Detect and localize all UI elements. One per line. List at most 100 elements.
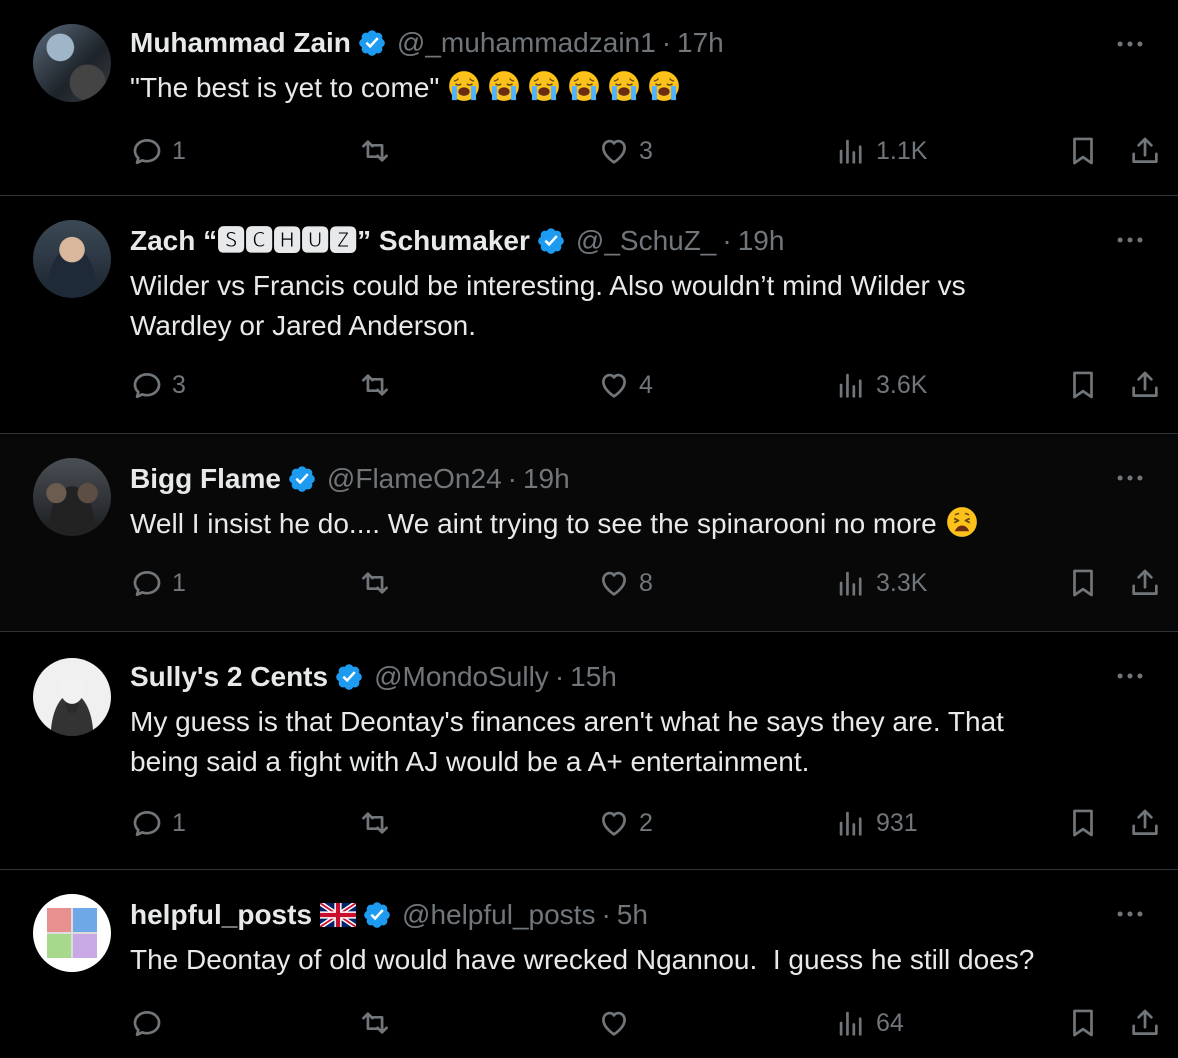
- tweet-text: The Deontay of old would have wrecked Ng…: [130, 940, 1118, 980]
- views-button[interactable]: 1.1K: [834, 134, 927, 168]
- timestamp[interactable]: 19h: [738, 224, 785, 258]
- heart-icon: [597, 368, 631, 402]
- analytics-icon: [834, 368, 868, 402]
- reply-feed: Muhammad Zain @_muhammadzain1 · 17h "The…: [0, 0, 1178, 1058]
- timestamp[interactable]: 17h: [677, 26, 724, 60]
- bookmark-button[interactable]: [1066, 566, 1100, 600]
- like-count: 3: [639, 136, 653, 165]
- more-options-icon[interactable]: [1112, 26, 1148, 62]
- retweet-button[interactable]: [358, 806, 400, 840]
- verified-badge-icon: [287, 464, 317, 494]
- avatar[interactable]: [33, 658, 111, 736]
- reply-button[interactable]: 3: [130, 368, 186, 402]
- author-handle[interactable]: @helpful_posts: [402, 898, 595, 932]
- share-icon: [1128, 134, 1162, 168]
- more-options-icon[interactable]: [1112, 658, 1148, 694]
- author-handle[interactable]: @FlameOn24: [327, 462, 502, 496]
- heart-icon: [597, 806, 631, 840]
- reply-icon: [130, 134, 164, 168]
- like-button[interactable]: 4: [597, 368, 653, 402]
- reply-button[interactable]: [130, 1006, 172, 1040]
- reply-button[interactable]: 1: [130, 566, 186, 600]
- verified-badge-icon: [536, 226, 566, 256]
- tweet-text: Wilder vs Francis could be interesting. …: [130, 266, 1118, 346]
- analytics-icon: [834, 566, 868, 600]
- heart-icon: [597, 566, 631, 600]
- bookmark-icon: [1066, 368, 1100, 402]
- tweet-card[interactable]: Muhammad Zain @_muhammadzain1 · 17h "The…: [0, 0, 1178, 196]
- share-icon: [1128, 368, 1162, 402]
- tweet-text-line: Wilder vs Francis could be interesting. …: [130, 270, 966, 301]
- avatar[interactable]: [33, 220, 111, 298]
- reply-button[interactable]: 1: [130, 806, 186, 840]
- more-options-icon[interactable]: [1112, 896, 1148, 932]
- views-button[interactable]: 931: [834, 806, 918, 840]
- tweet-text-line: The Deontay of old would have wrecked Ng…: [130, 944, 1035, 975]
- reply-icon: [130, 368, 164, 402]
- author-name[interactable]: Zach “🆂🅲🅷🆄🆉” Schumaker: [130, 224, 530, 258]
- avatar[interactable]: [33, 24, 111, 102]
- author-handle[interactable]: @_muhammadzain1: [397, 26, 656, 60]
- action-bar: 1 3 1.1K: [130, 134, 1178, 174]
- bookmark-button[interactable]: [1066, 134, 1100, 168]
- reply-count: 1: [172, 808, 186, 837]
- share-button[interactable]: [1128, 566, 1162, 600]
- author-handle[interactable]: @_SchuZ_: [576, 224, 717, 258]
- verified-badge-icon: [357, 28, 387, 58]
- views-button[interactable]: 3.3K: [834, 566, 927, 600]
- author-name[interactable]: Sully's 2 Cents: [130, 660, 328, 694]
- timestamp[interactable]: 15h: [570, 660, 617, 694]
- tweet-card[interactable]: helpful_posts @helpful_posts · 5h The De…: [0, 870, 1178, 1058]
- like-button[interactable]: 2: [597, 806, 653, 840]
- reply-icon: [130, 566, 164, 600]
- retweet-icon: [358, 368, 392, 402]
- reply-icon: [130, 806, 164, 840]
- like-button[interactable]: [597, 1006, 639, 1040]
- retweet-icon: [358, 806, 392, 840]
- tweet-card[interactable]: Bigg Flame @FlameOn24 · 19h Well I insis…: [0, 434, 1178, 632]
- views-button[interactable]: 3.6K: [834, 368, 927, 402]
- bookmark-icon: [1066, 566, 1100, 600]
- bookmark-button[interactable]: [1066, 806, 1100, 840]
- bookmark-button[interactable]: [1066, 368, 1100, 402]
- share-button[interactable]: [1128, 1006, 1162, 1040]
- like-button[interactable]: 8: [597, 566, 653, 600]
- analytics-icon: [834, 806, 868, 840]
- timestamp[interactable]: 19h: [523, 462, 570, 496]
- author-name[interactable]: Bigg Flame: [130, 462, 281, 496]
- more-options-icon[interactable]: [1112, 222, 1148, 258]
- tweet-text-line: Well I insist he do.... We aint trying t…: [130, 508, 937, 539]
- author-name[interactable]: helpful_posts: [130, 898, 312, 932]
- tweet-text-line: "The best is yet to come": [130, 72, 440, 103]
- views-button[interactable]: 64: [834, 1006, 904, 1040]
- author-name[interactable]: Muhammad Zain: [130, 26, 351, 60]
- avatar[interactable]: [33, 458, 111, 536]
- like-button[interactable]: 3: [597, 134, 653, 168]
- reply-icon: [130, 1006, 164, 1040]
- share-button[interactable]: [1128, 368, 1162, 402]
- retweet-button[interactable]: [358, 368, 400, 402]
- separator: ·: [722, 225, 732, 256]
- bookmark-icon: [1066, 806, 1100, 840]
- share-button[interactable]: [1128, 134, 1162, 168]
- author-handle[interactable]: @MondoSully: [374, 660, 549, 694]
- timestamp[interactable]: 5h: [617, 898, 648, 932]
- tweet-card[interactable]: Sully's 2 Cents @MondoSully · 15h My gue…: [0, 632, 1178, 870]
- bookmark-button[interactable]: [1066, 1006, 1100, 1040]
- share-icon: [1128, 1006, 1162, 1040]
- bookmark-icon: [1066, 134, 1100, 168]
- more-options-icon[interactable]: [1112, 460, 1148, 496]
- share-button[interactable]: [1128, 806, 1162, 840]
- separator: ·: [661, 27, 672, 58]
- like-count: 2: [639, 808, 653, 837]
- view-count: 1.1K: [876, 136, 928, 165]
- avatar[interactable]: [33, 894, 111, 972]
- reply-count: 1: [172, 568, 186, 597]
- retweet-button[interactable]: [358, 566, 400, 600]
- retweet-button[interactable]: [358, 134, 400, 168]
- tweet-card[interactable]: Zach “🆂🅲🅷🆄🆉” Schumaker @_SchuZ_ · 19h Wi…: [0, 196, 1178, 434]
- weary-face-icon: [945, 505, 979, 539]
- heart-icon: [597, 134, 631, 168]
- retweet-button[interactable]: [358, 1006, 400, 1040]
- reply-button[interactable]: 1: [130, 134, 186, 168]
